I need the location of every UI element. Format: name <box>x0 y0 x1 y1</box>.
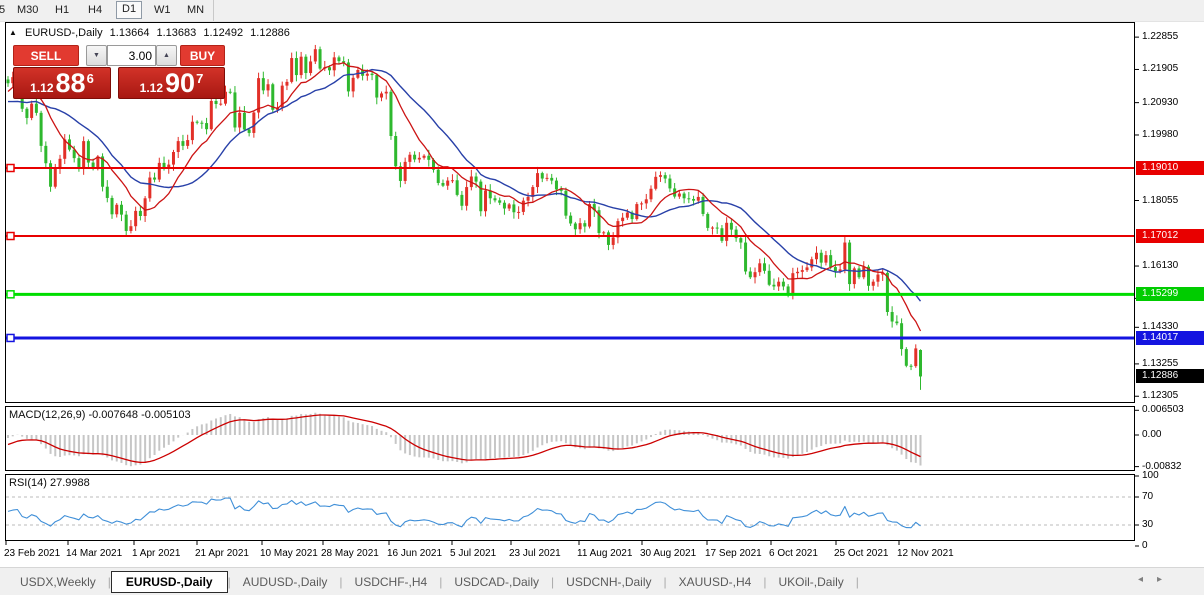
current-price-tag: 1.12886 <box>1136 369 1204 383</box>
bid-big-digits: 88 <box>56 68 86 98</box>
price-line-tag: 1.15299 <box>1136 287 1204 301</box>
price-line-tag: 1.19010 <box>1136 161 1204 175</box>
date-axis-label: 28 May 2021 <box>321 548 379 559</box>
price-line-tag: 1.17012 <box>1136 229 1204 243</box>
ohlc-open: 1.13664 <box>110 27 150 39</box>
tab-scroll-left-icon[interactable]: ◂ <box>1138 574 1157 585</box>
price-axis-tick: 1.19980 <box>1142 129 1202 141</box>
date-axis-label: 23 Jul 2021 <box>509 548 561 559</box>
rsi-scale-label: 100 <box>1142 470 1202 482</box>
chart-tab-eurusd[interactable]: EURUSD-,Daily <box>111 571 228 593</box>
date-axis-label: 12 Nov 2021 <box>897 548 954 559</box>
date-axis-label: 11 Aug 2021 <box>577 548 632 559</box>
price-axis-tick: 1.13255 <box>1142 358 1202 370</box>
date-axis-label: 30 Aug 2021 <box>640 548 696 559</box>
date-axis-label: 21 Apr 2021 <box>195 548 249 559</box>
bid-price-box[interactable]: 1.12 88 6 <box>13 67 111 99</box>
ohlc-close: 1.12886 <box>250 27 290 39</box>
buy-button[interactable]: BUY <box>180 45 225 66</box>
volume-input[interactable] <box>107 45 156 66</box>
chart-tab-ukoil[interactable]: UKOil-,Daily <box>766 572 855 592</box>
chart-tab-usdchf[interactable]: USDCHF-,H4 <box>343 572 440 592</box>
symbol-title: EURUSD-,Daily <box>25 27 103 39</box>
ohlc-low: 1.12492 <box>203 27 243 39</box>
date-axis-label: 6 Oct 2021 <box>769 548 818 559</box>
ask-prefix: 1.12 <box>140 81 163 95</box>
date-axis-label: 25 Oct 2021 <box>834 548 888 559</box>
price-axis-tick: 1.16130 <box>1142 260 1202 272</box>
volume-increase-button[interactable]: ▲ <box>156 45 177 66</box>
volume-decrease-button[interactable]: ▼ <box>86 45 107 66</box>
chevron-up-icon: ▲ <box>163 52 170 59</box>
ask-pip-digit: 7 <box>196 71 203 86</box>
rsi-scale-label: 0 <box>1142 540 1202 552</box>
bid-prefix: 1.12 <box>30 81 53 95</box>
collapse-triangle-icon[interactable]: ▲ <box>9 28 17 37</box>
chart-tab-usdcad[interactable]: USDCAD-,Daily <box>442 572 551 592</box>
chart-tab-usdcnh[interactable]: USDCNH-,Daily <box>554 572 663 592</box>
ask-big-digits: 90 <box>165 68 195 98</box>
date-axis-label: 16 Jun 2021 <box>387 548 442 559</box>
date-axis-label: 17 Sep 2021 <box>705 548 762 559</box>
macd-label: MACD(12,26,9) -0.007648 -0.005103 <box>9 409 191 421</box>
rsi-label: RSI(14) 27.9988 <box>9 477 90 489</box>
macd-scale-label: 0.006503 <box>1142 404 1202 416</box>
chart-header: ▲ EURUSD-,Daily 1.13664 1.13683 1.12492 … <box>9 27 294 39</box>
price-axis-tick: 1.20930 <box>1142 97 1202 109</box>
price-line-tag: 1.14017 <box>1136 331 1204 345</box>
date-axis-label: 10 May 2021 <box>260 548 318 559</box>
tab-separator: | <box>856 575 859 589</box>
price-axis-tick: 1.21905 <box>1142 63 1202 75</box>
rsi-scale-label: 70 <box>1142 491 1202 503</box>
date-axis-label: 23 Feb 2021 <box>4 548 60 559</box>
chart-tab-bar: USDX,Weekly|EURUSD-,Daily|AUDUSD-,Daily|… <box>0 567 1204 595</box>
bid-pip-digit: 6 <box>87 71 94 86</box>
date-axis-label: 1 Apr 2021 <box>132 548 180 559</box>
ohlc-high: 1.13683 <box>157 27 197 39</box>
macd-scale-label: 0.00 <box>1142 429 1202 441</box>
chart-tab-xauusd[interactable]: XAUUSD-,H4 <box>667 572 764 592</box>
chart-tab-audusd[interactable]: AUDUSD-,Daily <box>231 572 340 592</box>
price-axis-tick: 1.18055 <box>1142 195 1202 207</box>
ask-price-box[interactable]: 1.12 90 7 <box>118 67 225 99</box>
price-axis-tick: 1.12305 <box>1142 390 1202 402</box>
rsi-scale-label: 30 <box>1142 519 1202 531</box>
sell-button[interactable]: SELL <box>13 45 79 66</box>
date-axis-label: 5 Jul 2021 <box>450 548 496 559</box>
chart-tab-usdx[interactable]: USDX,Weekly <box>8 572 108 592</box>
price-axis-tick: 1.22855 <box>1142 31 1202 43</box>
chevron-down-icon: ▼ <box>93 52 100 59</box>
date-axis-label: 14 Mar 2021 <box>66 548 122 559</box>
tab-scroll-right-icon[interactable]: ▸ <box>1157 574 1176 585</box>
